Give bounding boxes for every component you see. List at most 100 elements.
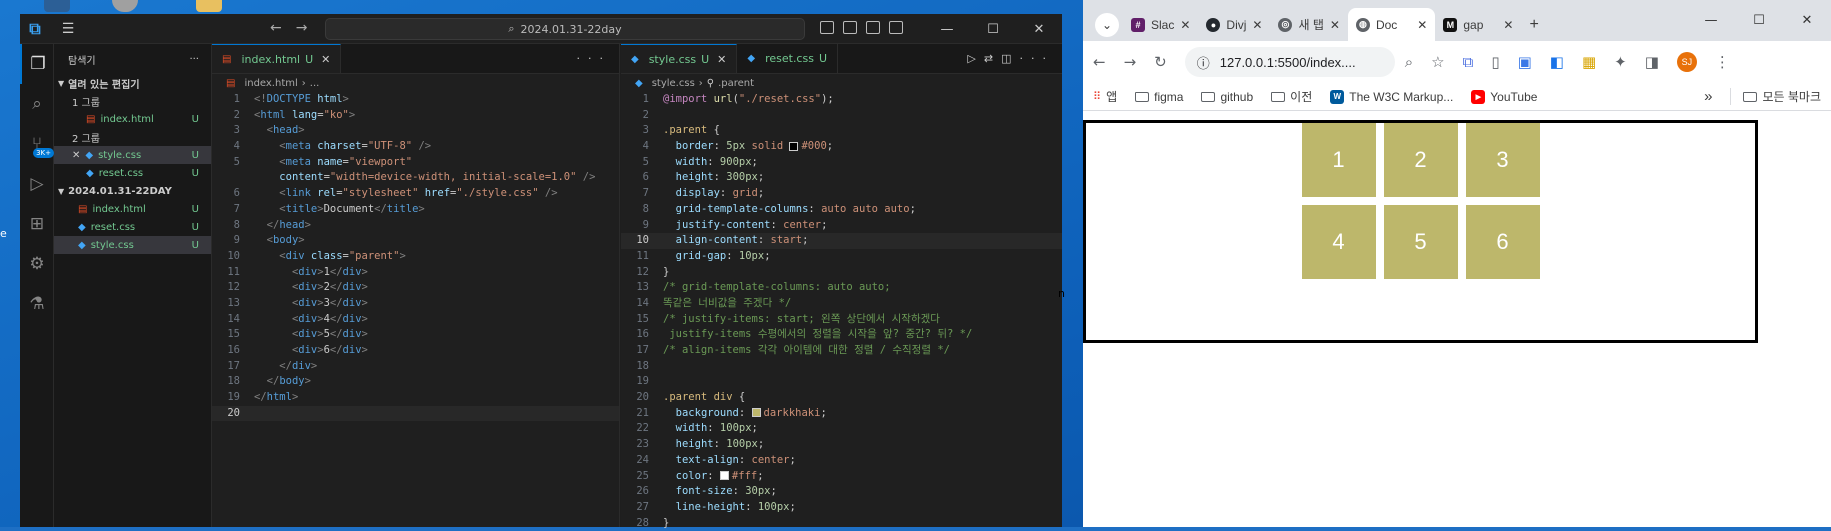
forward-arrow-icon[interactable]: → <box>296 20 322 36</box>
group-label[interactable]: 2 그룹 <box>54 128 211 146</box>
code-line-current: 10 align-content: start; <box>621 233 1062 249</box>
code-line: 26 font-size: 30px; <box>636 485 777 498</box>
reload-icon[interactable]: ↻ <box>1154 53 1167 71</box>
toggle-panel-icon[interactable] <box>843 21 857 34</box>
split-editor-icon[interactable]: ◫ <box>1001 52 1019 65</box>
zoom-icon[interactable]: ⌕ <box>1405 53 1413 71</box>
extension-icon[interactable]: ⧉ <box>1463 53 1474 71</box>
back-arrow-icon[interactable]: ← <box>270 20 296 36</box>
tab-style-css[interactable]: ◆ style.css U ✕ <box>621 44 738 73</box>
new-tab-button[interactable]: + <box>1521 8 1546 41</box>
browser-tab[interactable]: ◎ 새 탭 ✕ <box>1270 8 1347 41</box>
breadcrumb: ▤ index.html ›... <box>226 77 320 89</box>
open-editors-section[interactable]: ▼ 열려 있는 편집기 <box>54 74 211 92</box>
menu-icon[interactable]: ☰ <box>50 21 86 37</box>
chevron-down-icon: ▼ <box>58 78 65 88</box>
run-debug-icon[interactable]: ▷ <box>20 164 54 204</box>
file-item[interactable]: ▤ index.html U <box>54 200 211 218</box>
forward-arrow-icon[interactable]: → <box>1124 53 1137 71</box>
desktop-icon[interactable] <box>196 0 222 12</box>
compare-icon[interactable]: ⇄ <box>984 52 1001 65</box>
desktop-icon[interactable] <box>44 0 70 12</box>
explorer-icon[interactable]: ❐ <box>20 44 54 84</box>
browser-tab[interactable]: ● Divj ✕ <box>1198 8 1270 41</box>
close-icon[interactable]: ✕ <box>72 150 80 161</box>
minimize-button[interactable]: — <box>1687 0 1735 41</box>
grid-item: 3 <box>1465 123 1540 197</box>
back-arrow-icon[interactable]: ← <box>1093 53 1106 71</box>
editor-group-1: ▤ index.html U ✕ ··· ▤ index.html ›... 1 <!DOC… <box>212 44 620 527</box>
run-icon[interactable]: ▷ <box>967 52 983 65</box>
bookmark-apps[interactable]: ⠿ 앱 <box>1093 88 1117 105</box>
code-line: 2 <html lang="ko"> <box>233 108 356 121</box>
more-actions-icon[interactable]: ··· <box>577 52 612 65</box>
more-actions-icon[interactable]: ··· <box>1020 52 1055 65</box>
side-panel-icon[interactable]: ◨ <box>1645 53 1659 71</box>
more-bookmarks-button[interactable]: » <box>1704 88 1712 105</box>
close-icon[interactable]: ✕ <box>717 53 726 66</box>
all-bookmarks-button[interactable]: 모든 북마크 <box>1730 88 1821 105</box>
code-line: 11 grid-gap: 10px; <box>636 249 771 262</box>
command-center[interactable]: ⌕ 2024.01.31-22day <box>325 18 805 40</box>
editor-group-2: ◆ style.css U ✕ ◆ reset.css U ▷⇄◫··· ◆ style.c… <box>621 44 1062 529</box>
file-item[interactable]: ◆ style.css U <box>54 236 211 254</box>
maximize-button[interactable]: ☐ <box>970 14 1016 44</box>
close-icon[interactable]: ✕ <box>1330 18 1340 32</box>
extension-icon[interactable]: ▯ <box>1491 53 1499 71</box>
extensions-puzzle-icon[interactable]: ✦ <box>1614 53 1627 71</box>
chevron-down-icon: ▼ <box>58 186 65 196</box>
code-line: 5 <meta name="viewport" <box>233 155 413 168</box>
extensions-icon[interactable]: ⊞ <box>20 204 54 244</box>
file-item[interactable]: ◆ reset.css U <box>54 218 211 236</box>
browser-tab[interactable]: # Slac ✕ <box>1123 8 1198 41</box>
source-control-icon[interactable]: ⑂ 3K+ <box>20 124 54 164</box>
code-line: 12} <box>636 265 670 278</box>
group-label[interactable]: 1 그룹 <box>54 92 211 110</box>
bookmark-w3c[interactable]: W The W3C Markup... <box>1330 89 1453 104</box>
close-icon[interactable]: ✕ <box>321 53 330 66</box>
close-button[interactable]: ✕ <box>1016 14 1062 44</box>
menu-icon[interactable]: ⋮ <box>1715 53 1730 71</box>
search-icon[interactable]: ⌕ <box>20 84 54 124</box>
folder-section[interactable]: ▼ 2024.01.31-22DAY <box>54 182 211 200</box>
extension-icon[interactable]: ▣ <box>1518 53 1532 71</box>
open-editor-item[interactable]: ✕ ◆ style.css U <box>54 146 211 164</box>
open-editor-item[interactable]: ◆ reset.css U <box>54 164 211 182</box>
folder-icon <box>1271 91 1286 102</box>
bookmark-folder[interactable]: github <box>1201 90 1253 104</box>
bookmark-star-icon[interactable]: ☆ <box>1431 53 1444 71</box>
address-bar[interactable]: ⓘ 127.0.0.1:5500/index.... <box>1184 47 1395 77</box>
code-line: 15/* justify-items: start; 왼쪽 상단에서 시작하겠다 <box>636 312 940 325</box>
browser-tab[interactable]: Mgap ✕ <box>1435 8 1521 41</box>
tab-search-dropdown[interactable]: ⌄ <box>1091 8 1123 41</box>
desktop-icon[interactable] <box>112 0 138 12</box>
code-editor[interactable]: 1 @import url("./reset.css"); 2 3 .parent … <box>621 92 1062 531</box>
grid-item: 1 <box>1301 123 1376 197</box>
close-button[interactable]: ✕ <box>1783 0 1831 41</box>
open-editor-item[interactable]: ▤ index.html U <box>54 110 211 128</box>
site-info-icon[interactable]: ⓘ <box>1197 53 1210 72</box>
more-actions-icon[interactable]: ··· <box>189 54 199 65</box>
minimize-button[interactable]: — <box>924 14 970 44</box>
testing-icon[interactable]: ⚗ <box>20 284 54 324</box>
bookmark-folder[interactable]: 이전 <box>1271 88 1312 105</box>
close-icon[interactable]: ✕ <box>1503 18 1513 32</box>
close-icon[interactable]: ✕ <box>1180 18 1190 32</box>
bookmark-folder[interactable]: figma <box>1135 90 1183 104</box>
close-icon[interactable]: ✕ <box>1417 18 1427 32</box>
toggle-secondary-sidebar-icon[interactable] <box>866 21 880 34</box>
extension-icon[interactable]: ▦ <box>1582 53 1596 71</box>
customize-layout-icon[interactable] <box>889 21 903 34</box>
profile-avatar[interactable]: SJ <box>1676 52 1697 72</box>
w3c-icon: W <box>1330 89 1345 104</box>
tab-index-html[interactable]: ▤ index.html U ✕ <box>212 44 342 73</box>
tab-reset-css[interactable]: ◆ reset.css U <box>737 44 839 73</box>
remote-icon[interactable]: ⚙ <box>20 244 54 284</box>
close-icon[interactable]: ✕ <box>1252 18 1262 32</box>
maximize-button[interactable]: ☐ <box>1735 0 1783 41</box>
bookmark-youtube[interactable]: ▶ YouTube <box>1471 89 1537 104</box>
extension-icon[interactable]: ◧ <box>1550 53 1564 71</box>
code-editor[interactable]: 1 <!DOCTYPE html> 2 <html lang="ko"> 3 <he… <box>212 92 619 422</box>
toggle-sidebar-icon[interactable] <box>820 21 834 34</box>
browser-tab-active[interactable]: ◍ Doc ✕ <box>1347 8 1436 41</box>
